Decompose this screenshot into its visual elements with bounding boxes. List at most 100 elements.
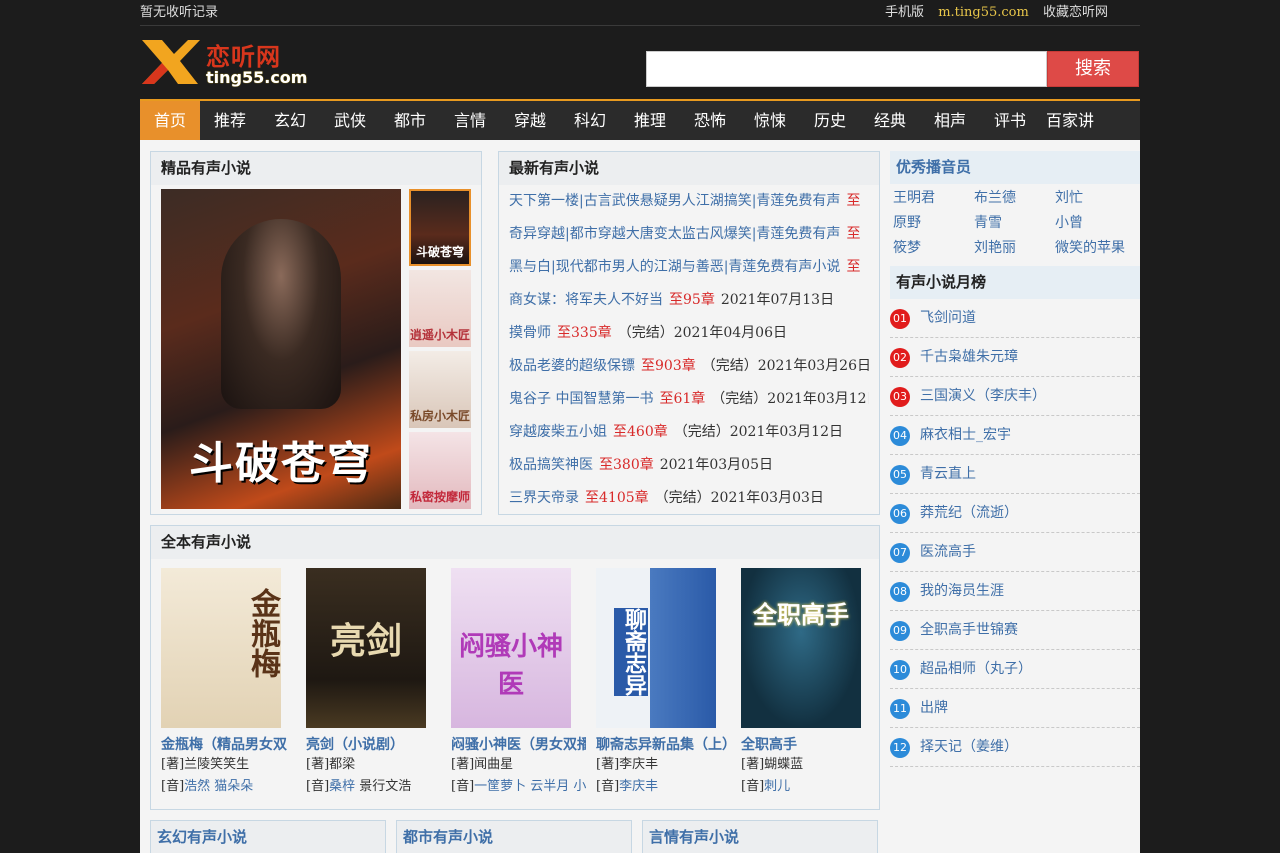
ranking-item[interactable]: 08 我的海员生涯 [890, 572, 1140, 611]
ranking-item[interactable]: 10 超品相师（丸子） [890, 650, 1140, 689]
ranking-item-title[interactable]: 医流高手 [920, 544, 976, 560]
site-logo[interactable]: 恋听网 ting55.com [140, 36, 307, 88]
book-cover[interactable]: 闷骚小神医 [451, 568, 571, 728]
voice-name[interactable]: 刺儿 [764, 779, 790, 794]
latest-item-title[interactable]: 鬼谷子 中国智慧第一书 [509, 391, 653, 407]
ranking-item[interactable]: 09 全职高手世锦赛 [890, 611, 1140, 650]
nav-item-time-travel[interactable]: 穿越 [500, 101, 560, 140]
ranking-item-title[interactable]: 莽荒纪（流逝） [920, 505, 1018, 521]
narrator-link[interactable]: 筱梦 [893, 236, 974, 261]
latest-item-chapter[interactable]: 至95章 [669, 292, 715, 308]
book-title[interactable]: 闷骚小神医（男女双播 [451, 734, 586, 754]
nav-item-recommend[interactable]: 推荐 [200, 101, 260, 140]
mobile-version-link[interactable]: 手机版 m.ting55.com [875, 5, 1029, 20]
rank-badge: 08 [890, 582, 910, 602]
book-title[interactable]: 金瓶梅（精品男女双 [161, 734, 296, 754]
latest-item-title[interactable]: 奇异穿越|都市穿越大唐变太监古风爆笑|青莲免费有声 [509, 226, 840, 242]
ranking-item[interactable]: 03 三国演义（李庆丰） [890, 377, 1140, 416]
featured-thumb[interactable]: 斗破苍穹 [409, 189, 471, 266]
latest-item-chapter[interactable]: 至 [846, 226, 860, 242]
featured-thumb[interactable]: 私密按摩师 [409, 432, 471, 509]
latest-item-title[interactable]: 商女谋：将军夫人不好当 [509, 292, 663, 308]
latest-item-title[interactable]: 天下第一楼|古言武侠悬疑男人江湖搞笑|青莲免费有声 [509, 193, 840, 209]
narrator-link[interactable]: 王明君 [893, 186, 974, 211]
nav-item-thriller[interactable]: 惊悚 [740, 101, 800, 140]
latest-item-chapter[interactable]: 至460章 [613, 424, 668, 440]
book-cover[interactable]: 全职高手 [741, 568, 861, 728]
featured-thumb[interactable]: 私房小木匠 [409, 351, 471, 428]
book-title[interactable]: 亮剑（小说剧） [306, 734, 441, 754]
category-title[interactable]: 都市有声小说 [397, 821, 631, 853]
book-cover[interactable]: 亮剑 [306, 568, 426, 728]
nav-item-lecture-room[interactable]: 百家讲坛 [1040, 101, 1100, 169]
narrator-link[interactable]: 刘艳丽 [974, 236, 1055, 261]
latest-item-chapter[interactable]: 至 [846, 259, 860, 275]
voice-name[interactable]: 李庆丰 [619, 779, 658, 794]
ranking-item-title[interactable]: 超品相师（丸子） [920, 661, 1032, 677]
narrator-link[interactable]: 布兰德 [974, 186, 1055, 211]
category-title[interactable]: 言情有声小说 [643, 821, 877, 853]
book-cover[interactable]: 聊斋志异 [596, 568, 716, 728]
search-button[interactable]: 搜索 [1047, 51, 1139, 87]
nav-item-home[interactable]: 首页 [140, 101, 200, 140]
ranking-item[interactable]: 05 青云直上 [890, 455, 1140, 494]
ranking-item-title[interactable]: 全职高手世锦赛 [920, 622, 1018, 638]
nav-item-fantasy[interactable]: 玄幻 [260, 101, 320, 140]
latest-item-chapter[interactable]: 至4105章 [585, 490, 649, 506]
nav-item-crosstalk[interactable]: 相声 [920, 101, 980, 140]
category-title[interactable]: 玄幻有声小说 [151, 821, 385, 853]
latest-item-title[interactable]: 极品老婆的超级保镖 [509, 358, 635, 374]
nav-item-storytelling[interactable]: 评书 [980, 101, 1040, 140]
voice-name[interactable]: 桑梓 [329, 779, 355, 794]
voice-name[interactable]: 浩然 猫朵朵 [184, 779, 253, 794]
ranking-item-title[interactable]: 我的海员生涯 [920, 583, 1004, 599]
latest-item-chapter[interactable]: 至 [846, 193, 860, 209]
featured-main-cover[interactable]: 斗破苍穹 [161, 189, 401, 509]
bookmark-link[interactable]: 收藏恋听网 [1043, 5, 1108, 20]
narrator-link[interactable]: 小曾 [1055, 211, 1136, 236]
search-input[interactable] [646, 51, 1047, 87]
latest-item: 三界天帝录 至4105章 （完结）2021年03月03日 [509, 482, 869, 515]
ranking-item[interactable]: 04 麻衣相士_宏宇 [890, 416, 1140, 455]
ranking-item[interactable]: 12 择天记（姜维） [890, 728, 1140, 767]
ranking-item[interactable]: 06 莽荒纪（流逝） [890, 494, 1140, 533]
latest-item-title[interactable]: 穿越废柴五小姐 [509, 424, 607, 440]
latest-item-title[interactable]: 黑与白|现代都市男人的江湖与善恶|青莲免费有声小说 [509, 259, 840, 275]
latest-item-chapter[interactable]: 至380章 [599, 457, 654, 473]
latest-item-chapter[interactable]: 至903章 [641, 358, 696, 374]
narrator-link[interactable]: 原野 [893, 211, 974, 236]
book-title[interactable]: 全职高手 [741, 734, 876, 754]
listen-history-link[interactable]: 暂无收听记录 [140, 0, 218, 25]
ranking-item[interactable]: 01 飞剑问道 [890, 299, 1140, 338]
ranking-item-title[interactable]: 千古枭雄朱元璋 [920, 349, 1018, 365]
book-cover[interactable]: 金瓶梅 [161, 568, 281, 728]
ranking-item-title[interactable]: 飞剑问道 [920, 310, 976, 326]
narrator-link[interactable]: 青雪 [974, 211, 1055, 236]
nav-item-urban[interactable]: 都市 [380, 101, 440, 140]
ranking-item-title[interactable]: 择天记（姜维） [920, 739, 1018, 755]
ranking-item-title[interactable]: 三国演义（李庆丰） [920, 388, 1046, 404]
nav-item-classic[interactable]: 经典 [860, 101, 920, 140]
narrator-link[interactable]: 刘忙 [1055, 186, 1136, 211]
latest-item-title[interactable]: 三界天帝录 [509, 490, 579, 506]
latest-item-title[interactable]: 极品搞笑神医 [509, 457, 593, 473]
nav-item-scifi[interactable]: 科幻 [560, 101, 620, 140]
latest-item-chapter[interactable]: 至335章 [557, 325, 612, 341]
nav-item-mystery[interactable]: 推理 [620, 101, 680, 140]
ranking-item-title[interactable]: 出牌 [920, 700, 948, 716]
book-title[interactable]: 聊斋志异新品集（上） [596, 734, 731, 754]
featured-thumb[interactable]: 逍遥小木匠 [409, 270, 471, 347]
latest-item-chapter[interactable]: 至61章 [659, 391, 705, 407]
ranking-item-title[interactable]: 青云直上 [920, 466, 976, 482]
ranking-item-title[interactable]: 麻衣相士_宏宇 [920, 427, 1011, 443]
nav-item-wuxia[interactable]: 武侠 [320, 101, 380, 140]
ranking-item[interactable]: 11 出牌 [890, 689, 1140, 728]
nav-item-horror[interactable]: 恐怖 [680, 101, 740, 140]
latest-item-title[interactable]: 摸骨师 [509, 325, 551, 341]
nav-item-history[interactable]: 历史 [800, 101, 860, 140]
narrator-link[interactable]: 微笑的苹果 [1055, 236, 1136, 261]
ranking-item[interactable]: 02 千古枭雄朱元璋 [890, 338, 1140, 377]
nav-item-romance[interactable]: 言情 [440, 101, 500, 140]
voice-name[interactable]: 一筐萝卜 云半月 小 [474, 779, 586, 794]
ranking-item[interactable]: 07 医流高手 [890, 533, 1140, 572]
